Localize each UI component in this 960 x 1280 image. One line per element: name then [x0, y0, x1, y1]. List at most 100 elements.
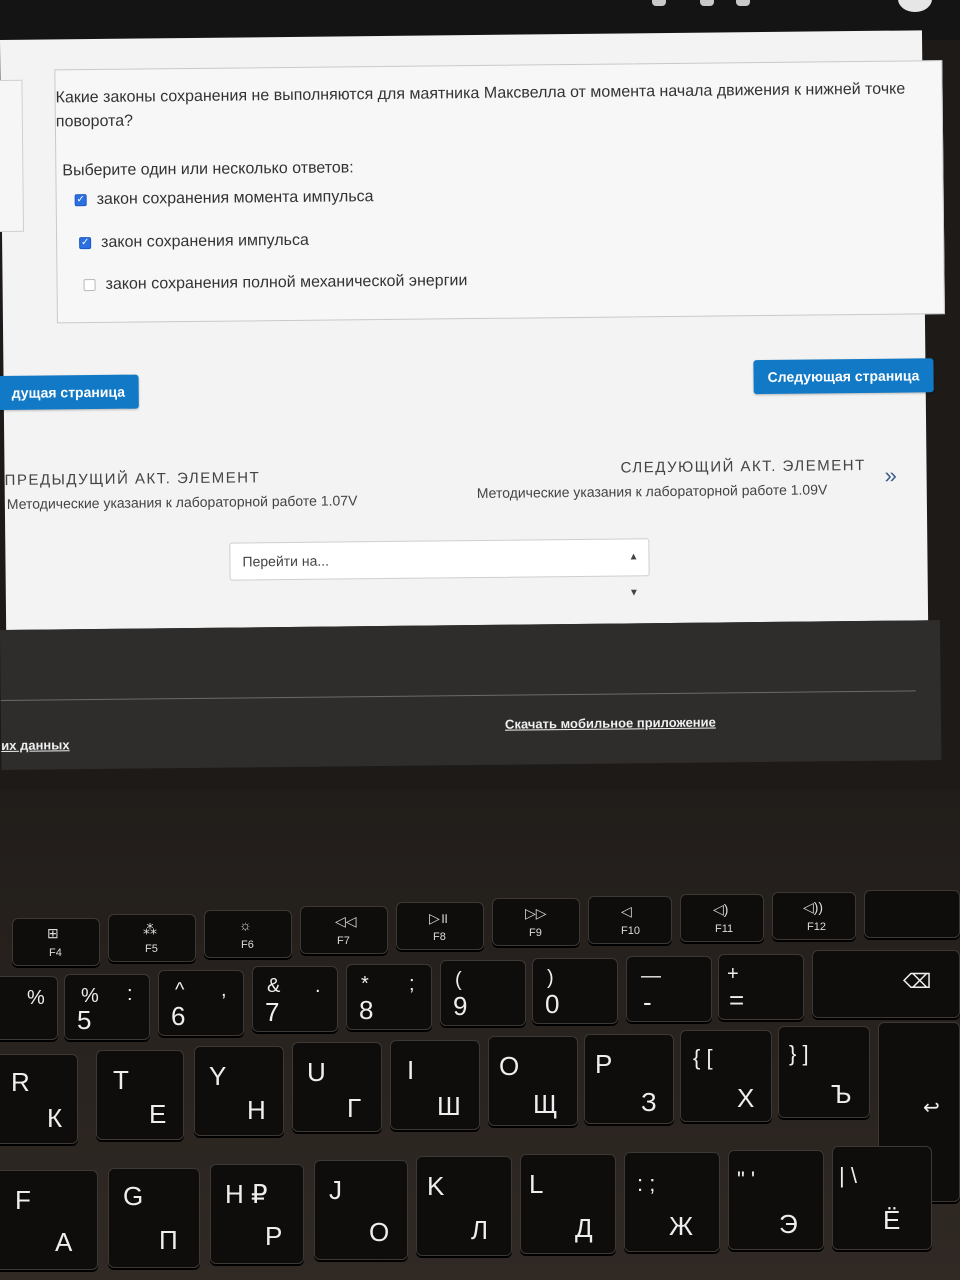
key-cyrillic: Ё	[883, 1205, 901, 1235]
volume-up-icon: ◁))	[803, 899, 824, 915]
key-bracket-left[interactable]: { [ Х	[680, 1030, 772, 1122]
key-f8[interactable]: ▷॥ F8	[396, 902, 484, 950]
key-cyrillic: К	[47, 1103, 63, 1133]
key-symbol-alt: ;	[409, 973, 415, 995]
answer-option-2[interactable]: ✓ закон сохранения импульса	[79, 232, 309, 252]
rewind-icon: ◁◁	[335, 913, 357, 929]
footer-divider	[0, 690, 916, 701]
key-label: F8	[433, 931, 446, 943]
data-policy-link[interactable]: их данных	[1, 737, 70, 753]
key-label: F7	[337, 935, 350, 947]
key-cyrillic: Р	[265, 1221, 283, 1251]
key-0[interactable]: ) 0	[532, 958, 618, 1024]
key-digit: -	[643, 987, 652, 1017]
chevron-double-right-icon[interactable]: »	[884, 463, 897, 489]
key-f9[interactable]: ▷▷ F9	[492, 898, 580, 946]
key-digit: =	[729, 985, 745, 1015]
key-o[interactable]: O Щ	[488, 1036, 578, 1126]
key-8[interactable]: * ; 8	[346, 964, 432, 1030]
user-avatar[interactable]	[898, 0, 932, 12]
key-label: F6	[241, 939, 254, 951]
key-bracket-right[interactable]: } ] Ъ	[778, 1026, 870, 1118]
key-label: F11	[715, 923, 734, 935]
key-u[interactable]: U Г	[292, 1042, 382, 1132]
key-symbol: )	[547, 967, 554, 989]
key-k[interactable]: K Л	[416, 1156, 512, 1256]
select-arrows-icon: ▲ ▼	[628, 551, 639, 599]
key-symbol-alt: .	[315, 975, 321, 997]
key-digit: 6	[171, 1001, 186, 1031]
key-6[interactable]: ^ , 6	[158, 970, 244, 1036]
key-latin: R	[11, 1067, 30, 1097]
key-i[interactable]: I Ш	[390, 1040, 480, 1130]
key-semicolon[interactable]: : ; Ж	[624, 1152, 720, 1252]
key-cyrillic: О	[369, 1217, 390, 1247]
jump-to-value: Перейти на...	[242, 552, 330, 570]
key-latin: } ]	[789, 1041, 809, 1066]
key-label: F4	[49, 947, 62, 959]
key-f11[interactable]: ◁) F11	[680, 894, 764, 942]
key-f10[interactable]: ◁ F10	[588, 896, 672, 944]
key-touch-id[interactable]	[864, 890, 960, 938]
prev-activity-link[interactable]: Методические указания к лабораторной раб…	[7, 492, 358, 512]
key-5[interactable]: % : 5	[64, 974, 150, 1040]
keyboard-backlight-down-icon: ⁂	[143, 921, 157, 937]
key-symbol: —	[641, 965, 661, 987]
previous-page-button[interactable]: дущая страница	[0, 374, 140, 411]
key-7[interactable]: & . 7	[252, 966, 338, 1032]
key-symbol-alt: :	[127, 983, 133, 1005]
key-digit: 9	[453, 991, 468, 1021]
key-backslash[interactable]: | \ Ё	[832, 1146, 932, 1250]
delete-icon: ⌫	[903, 971, 932, 993]
next-activity-link[interactable]: Методические указания к лабораторной раб…	[477, 481, 828, 501]
checkbox-checked[interactable]: ✓	[79, 237, 92, 250]
mobile-app-link[interactable]: Скачать мобильное приложение	[505, 715, 716, 732]
key-latin: F	[15, 1185, 31, 1215]
volume-down-icon: ◁)	[713, 901, 729, 917]
key-cyrillic: Э	[779, 1209, 798, 1239]
key-f-letter[interactable]: F А	[0, 1170, 98, 1270]
answer-option-1[interactable]: ✓ закон сохранения момента импульса	[74, 188, 374, 209]
checkbox-checked[interactable]: ✓	[74, 194, 87, 207]
key-quote[interactable]: " ' Э	[728, 1150, 824, 1250]
key-f6[interactable]: ☼ F6	[204, 910, 292, 958]
toolbar-icon-fragment	[736, 0, 750, 6]
jump-to-select[interactable]: Перейти на... ▲ ▼	[229, 538, 650, 598]
key-cyrillic: Ъ	[831, 1079, 852, 1109]
key-cyrillic: Д	[575, 1213, 593, 1243]
key-g[interactable]: G П	[108, 1168, 200, 1268]
answer-option-3[interactable]: закон сохранения полной механической эне…	[83, 272, 467, 294]
key-j[interactable]: J О	[314, 1160, 408, 1260]
key-latin: G	[123, 1181, 144, 1211]
key-cyrillic: Ш	[437, 1091, 461, 1121]
key-backspace[interactable]: ⌫	[812, 950, 960, 1018]
prev-activity-heading: ПРЕДЫДУЩИЙ АКТ. ЭЛЕМЕНТ	[4, 469, 261, 489]
next-page-button[interactable]: Следующая страница	[753, 358, 934, 395]
key-r[interactable]: R К	[0, 1054, 78, 1144]
key-equals[interactable]: + =	[718, 954, 804, 1020]
play-pause-icon: ▷॥	[429, 910, 449, 926]
key-p[interactable]: P З	[584, 1034, 674, 1124]
key-f5[interactable]: ⁂ F5	[108, 914, 196, 962]
key-f4[interactable]: ⊞ F4	[12, 918, 100, 966]
checkbox-unchecked[interactable]	[83, 279, 96, 292]
key-symbol: %	[27, 987, 45, 1009]
next-activity-heading: СЛЕДУЮЩИЙ АКТ. ЭЛЕМЕНТ	[620, 456, 866, 477]
page-footer: их данных Скачать мобильное приложение	[0, 620, 942, 770]
question-text: Какие законы сохранения не выполняются д…	[55, 80, 906, 131]
key-latin: { [	[693, 1045, 713, 1070]
key-y[interactable]: Y Н	[194, 1046, 284, 1136]
keyboard-backlight-up-icon: ☼	[239, 917, 252, 933]
key-9[interactable]: ( 9	[440, 960, 526, 1026]
key-label: F10	[621, 925, 640, 937]
key-f12[interactable]: ◁)) F12	[772, 892, 856, 940]
key-digit: 5	[77, 1005, 92, 1035]
key-f7[interactable]: ◁◁ F7	[300, 906, 388, 954]
key-l[interactable]: L Д	[520, 1154, 616, 1254]
key-cyrillic: А	[55, 1227, 73, 1257]
key-4[interactable]: %	[0, 976, 58, 1040]
answer-label: закон сохранения полной механической эне…	[105, 272, 468, 293]
key-minus[interactable]: — -	[626, 956, 712, 1022]
key-h[interactable]: H ₽ Р	[210, 1164, 304, 1264]
key-t[interactable]: T Е	[96, 1050, 184, 1140]
